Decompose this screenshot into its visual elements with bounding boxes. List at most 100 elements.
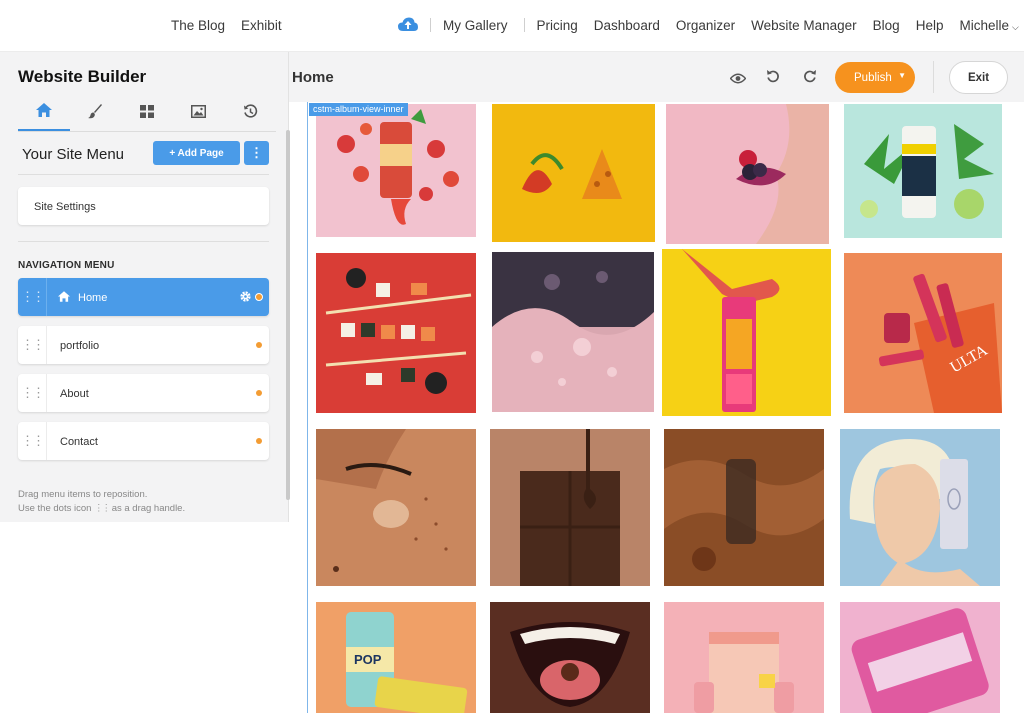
website-builder-sidebar: Website Builder Your Site Menu + Add Pag… xyxy=(0,52,290,522)
gallery-image[interactable] xyxy=(492,104,655,242)
bubbles-photo xyxy=(492,252,654,412)
divider xyxy=(18,174,269,175)
drag-handle-icon[interactable]: ⋮⋮ xyxy=(18,374,47,412)
gallery-image[interactable] xyxy=(316,104,476,237)
tab-pages[interactable] xyxy=(18,96,70,131)
platinum-hair-photo xyxy=(840,429,1000,586)
gallery-image[interactable] xyxy=(664,602,824,713)
status-dot xyxy=(256,390,262,396)
nav-link-the-blog[interactable]: The Blog xyxy=(171,18,225,33)
home-icon xyxy=(58,291,70,305)
site-menu-title: Your Site Menu xyxy=(22,146,125,163)
user-name: Michelle xyxy=(959,17,1009,33)
pink-package-photo xyxy=(664,602,824,713)
blank-area xyxy=(0,522,307,713)
home-icon xyxy=(35,103,52,122)
top-navigation-bar: The Blog Exhibit My Gallery Pricing Dash… xyxy=(0,0,1024,52)
brush-icon xyxy=(87,103,103,124)
chevron-down-icon: ⌵ xyxy=(1012,21,1019,32)
preview-eye-icon[interactable] xyxy=(729,71,747,89)
help-line: Use the dots icon ⋮⋮ as a drag handle. xyxy=(18,502,185,516)
right-nav-links: My Gallery Pricing Dashboard Organizer W… xyxy=(398,16,1024,34)
gallery-image[interactable] xyxy=(492,252,654,412)
berries-lips-photo xyxy=(666,104,829,244)
chevron-down-icon[interactable]: ▼ xyxy=(898,71,906,80)
gallery-image[interactable] xyxy=(666,104,829,244)
nav-item-contact[interactable]: ⋮⋮ Contact xyxy=(18,422,269,460)
gallery-image[interactable]: POP xyxy=(316,602,476,713)
nav-divider xyxy=(523,18,525,32)
help-line: Drag menu items to reposition. xyxy=(18,489,148,500)
drag-help-text: Drag menu items to reposition. Use the d… xyxy=(18,488,185,516)
status-dot xyxy=(255,293,263,301)
gallery-image[interactable]: ULTA xyxy=(844,253,1002,413)
sidebar-scrollbar[interactable] xyxy=(286,130,290,500)
nav-divider xyxy=(430,18,431,32)
publish-button[interactable]: Publish ▼ xyxy=(835,62,915,93)
gallery-image[interactable] xyxy=(316,429,476,586)
gallery-image[interactable] xyxy=(316,253,476,413)
vertical-dots-icon: ⋮ xyxy=(250,145,263,160)
nav-link-website-manager[interactable]: Website Manager xyxy=(751,18,857,33)
freckled-face-photo xyxy=(316,429,476,586)
upload-cloud-icon[interactable] xyxy=(398,16,418,34)
smile-photo xyxy=(490,602,650,713)
tab-media[interactable] xyxy=(173,96,225,131)
drag-handle-icon[interactable]: ⋮⋮ xyxy=(18,278,47,316)
user-menu[interactable]: Michelle ⌵ xyxy=(959,18,1018,33)
page-title: Home xyxy=(292,69,334,86)
status-dot xyxy=(256,342,262,348)
gallery-image[interactable] xyxy=(490,602,650,713)
pop-can-photo: POP xyxy=(316,602,476,713)
redo-icon[interactable] xyxy=(803,69,817,88)
nav-link-help[interactable]: Help xyxy=(916,18,944,33)
nav-link-pricing[interactable]: Pricing xyxy=(537,18,578,33)
nav-item-portfolio[interactable]: ⋮⋮ portfolio xyxy=(18,326,269,364)
gallery-image[interactable] xyxy=(840,602,1000,713)
nav-link-blog[interactable]: Blog xyxy=(873,18,900,33)
site-settings-button[interactable]: Site Settings xyxy=(18,187,269,225)
add-page-button[interactable]: + Add Page xyxy=(153,141,240,165)
pure-bloom-can-photo xyxy=(844,104,1002,238)
gallery-image[interactable] xyxy=(490,429,650,586)
nav-item-home[interactable]: ⋮⋮ Home xyxy=(18,278,269,316)
gear-icon[interactable] xyxy=(239,290,252,306)
image-icon xyxy=(191,104,207,123)
nav-item-label: portfolio xyxy=(60,340,100,352)
nav-item-about[interactable]: ⋮⋮ About xyxy=(18,374,269,412)
sidebar-title: Website Builder xyxy=(18,67,147,86)
navigation-menu-heading: NAVIGATION MENU xyxy=(18,260,115,271)
sushi-photo xyxy=(316,253,476,413)
drag-handle-icon[interactable]: ⋮⋮ xyxy=(18,326,47,364)
hand-snack-photo xyxy=(662,249,831,416)
more-options-button[interactable]: ⋮ xyxy=(244,141,269,165)
site-menu-header: Your Site Menu + Add Page ⋮ xyxy=(22,140,269,172)
tab-history[interactable] xyxy=(224,96,276,131)
ulta-products-photo: ULTA xyxy=(844,253,1002,413)
chips-peppers-photo xyxy=(492,104,655,242)
gallery-image[interactable] xyxy=(840,429,1000,586)
exit-button[interactable]: Exit xyxy=(949,61,1008,94)
site-settings-label: Site Settings xyxy=(34,201,96,213)
peptide-jar-photo xyxy=(840,602,1000,713)
grid-icon xyxy=(139,104,154,123)
nav-item-label: About xyxy=(60,388,89,400)
nav-item-label: Home xyxy=(78,292,108,304)
nav-link-organizer[interactable]: Organizer xyxy=(676,18,735,33)
publish-label: Publish xyxy=(854,71,892,84)
toolbar-divider xyxy=(933,61,934,93)
drag-handle-icon[interactable]: ⋮⋮ xyxy=(18,422,47,460)
tab-layout[interactable] xyxy=(121,96,173,131)
page-canvas: cstm-album-view-inner ULTA POP xyxy=(307,102,1024,713)
tab-design[interactable] xyxy=(70,96,122,131)
drag-dots-icon: ⋮⋮ xyxy=(94,503,111,514)
gallery-image[interactable] xyxy=(664,429,824,586)
gallery-image[interactable] xyxy=(662,249,831,416)
nav-link-my-gallery[interactable]: My Gallery xyxy=(443,18,508,33)
undo-icon[interactable] xyxy=(766,69,780,88)
nav-link-exhibit[interactable]: Exhibit xyxy=(241,18,282,33)
gallery-image[interactable] xyxy=(844,104,1002,238)
nav-link-dashboard[interactable]: Dashboard xyxy=(594,18,660,33)
chocolate-bar-photo xyxy=(490,429,650,586)
divider xyxy=(18,241,269,242)
